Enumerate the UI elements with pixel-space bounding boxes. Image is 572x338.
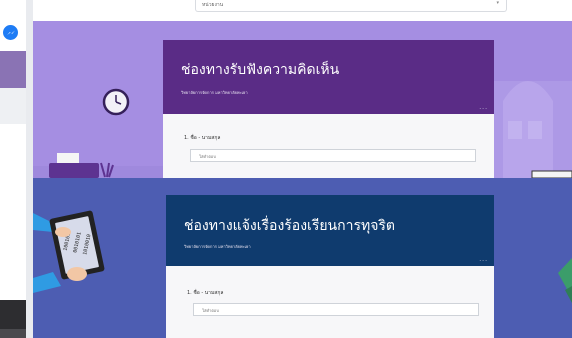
name-input-placeholder: ใส่คำตอบ: [199, 154, 216, 159]
form-title: ช่องทางรับฟังความคิดเห็น: [181, 62, 340, 78]
sidebar-highlight: [0, 51, 26, 88]
sidebar-footer: [0, 300, 26, 329]
department-select-value: หน่วยงาน: [202, 2, 224, 8]
name-field-label: 1. ชื่อ - นามสกุล: [187, 290, 224, 296]
form-title: ช่องทางแจ้งเรื่องร้องเรียนการทุจริต: [184, 218, 396, 234]
sidebar-section: [0, 88, 26, 124]
name-input[interactable]: ใส่คำตอบ: [193, 303, 479, 316]
form-card: ช่องทางรับฟังความคิดเห็น วิทยาลัยการจัดก…: [163, 40, 494, 178]
printer-icon: [49, 153, 114, 178]
form-subtitle: วิทยาลัยการจัดการ มหาวิทยาลัยพะเยา: [181, 90, 248, 95]
feedback-form-embed: ช่องทางรับฟังความคิดเห็น วิทยาลัยการจัดก…: [33, 21, 572, 178]
form-body: 1. ชื่อ - นามสกุล ใส่คำตอบ: [166, 266, 494, 338]
form-subtitle: วิทยาลัยการจัดการ มหาวิทยาลัยพะเยา: [184, 244, 251, 249]
form-header: ช่องทางรับฟังความคิดเห็น วิทยาลัยการจัดก…: [163, 40, 494, 114]
more-icon[interactable]: ...: [479, 256, 488, 263]
sidebar-footer-bar: [0, 329, 26, 338]
complaint-form-embed: 1001010 0010101 1010010 ช่องทางแจ้งเรื่อ…: [33, 178, 572, 338]
form-card: ช่องทางแจ้งเรื่องร้องเรียนการทุจริต วิทย…: [166, 195, 494, 338]
monitor-illustration: [531, 170, 572, 178]
name-field-label: 1. ชื่อ - นามสกุล: [184, 135, 221, 141]
name-input-placeholder: ใส่คำตอบ: [202, 308, 219, 313]
chevron-down-icon: ▾: [496, 0, 499, 6]
top-strip: หน่วยงาน ▾: [33, 0, 572, 21]
form-header: ช่องทางแจ้งเรื่องร้องเรียนการทุจริต วิทย…: [166, 195, 494, 266]
messenger-icon[interactable]: [3, 25, 18, 40]
name-input[interactable]: ใส่คำตอบ: [190, 149, 476, 162]
form-body: 1. ชื่อ - นามสกุล ใส่คำตอบ: [163, 114, 494, 178]
clock-icon: [102, 88, 130, 116]
tablet-hands-illustration: 1001010 0010101 1010010: [33, 210, 105, 293]
department-select[interactable]: หน่วยงาน ▾: [195, 0, 507, 12]
sidebar-divider: [26, 0, 33, 338]
more-icon[interactable]: ...: [479, 104, 488, 111]
